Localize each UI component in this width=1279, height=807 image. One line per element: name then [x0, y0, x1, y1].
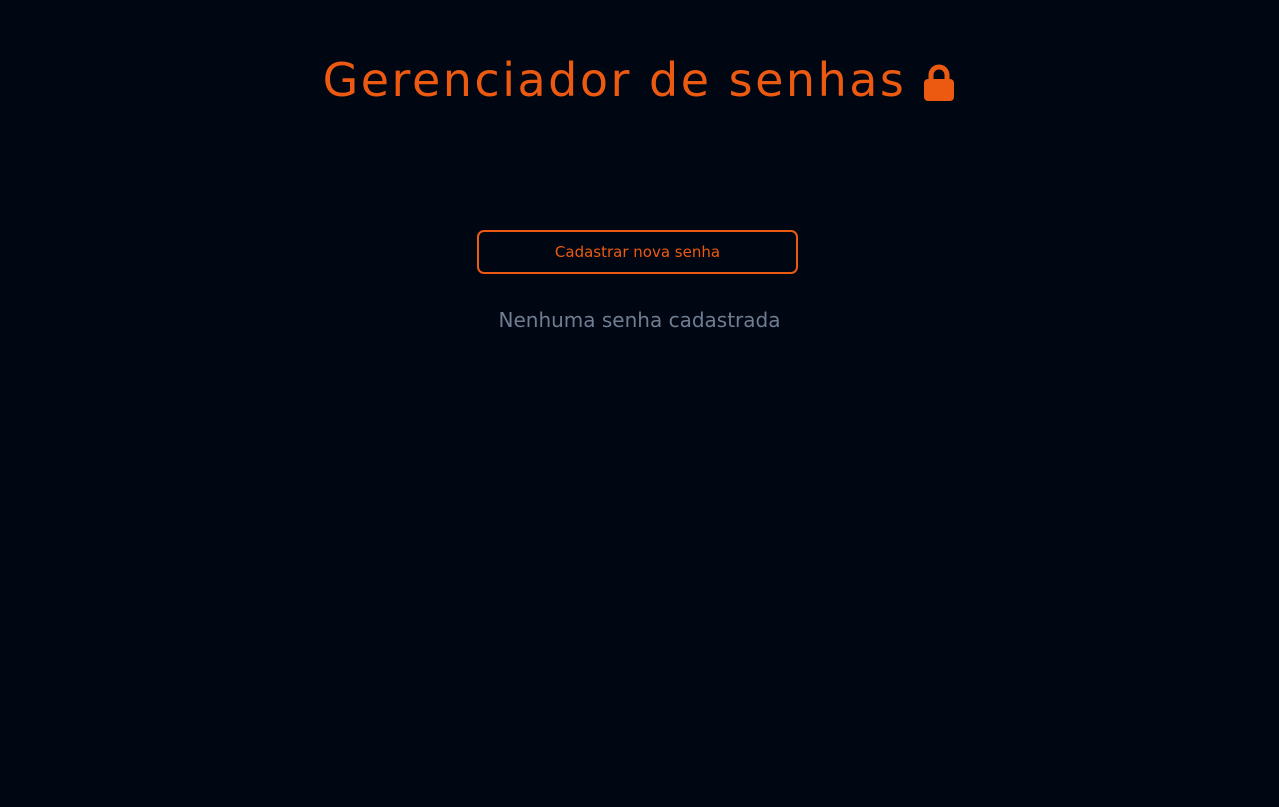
- header: Gerenciador de senhas: [0, 50, 1279, 110]
- lock-icon: [922, 63, 956, 103]
- app-root: Gerenciador de senhas Cadastrar nova sen…: [0, 0, 1279, 807]
- page-title: Gerenciador de senhas: [322, 53, 907, 107]
- empty-state-message: Nenhuma senha cadastrada: [498, 308, 781, 332]
- register-new-password-button[interactable]: Cadastrar nova senha: [477, 230, 798, 274]
